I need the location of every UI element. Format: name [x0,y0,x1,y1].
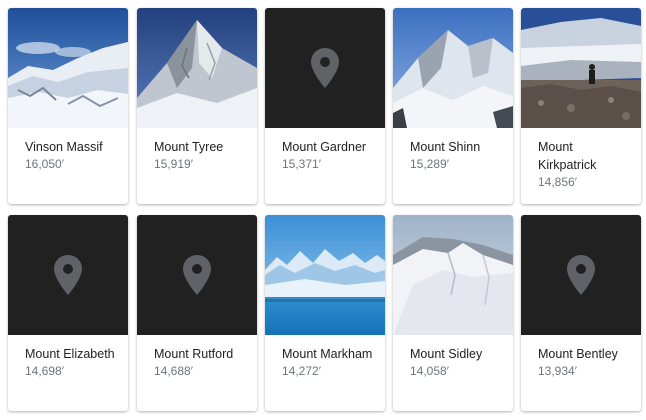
mountain-photo [521,8,641,128]
location-pin-placeholder [137,215,257,335]
mountain-elevation: 14,272′ [282,364,321,378]
mountain-elevation: 15,919′ [154,157,193,171]
mountain-name: Mount Kirkpatrick [538,140,597,172]
mountain-elevation: 15,289′ [410,157,449,171]
mountain-card-mount-bentley[interactable]: Mount Bentley 13,934′ [521,215,641,411]
location-pin-icon [183,255,211,295]
mountain-name: Mount Rutford [154,347,234,361]
mountain-elevation: 15,371′ [282,157,321,171]
mountain-card-mount-sidley[interactable]: Mount Sidley 14,058′ [393,215,513,411]
location-pin-placeholder [521,215,641,335]
mountain-card-mount-elizabeth[interactable]: Mount Elizabeth 14,698′ [8,215,128,411]
mountain-card-mount-rutford[interactable]: Mount Rutford 14,688′ [137,215,257,411]
mountain-name: Mount Markham [282,347,373,361]
mountain-name: Mount Sidley [410,347,483,361]
mountain-results-grid: Vinson Massif 16,050′ Mount Tyree 15,919… [0,0,646,420]
mountain-card-mount-markham[interactable]: Mount Markham 14,272′ [265,215,385,411]
location-pin-icon [54,255,82,295]
mountain-photo [265,215,385,335]
mountain-photo [393,215,513,335]
location-pin-icon [567,255,595,295]
mountain-elevation: 14,688′ [154,364,193,378]
mountain-photo [393,8,513,128]
mountain-name: Mount Elizabeth [25,347,115,361]
mountain-elevation: 13,934′ [538,364,577,378]
mountain-name: Mount Bentley [538,347,618,361]
mountain-name: Mount Tyree [154,140,224,154]
mountain-name: Mount Shinn [410,140,481,154]
mountain-name: Vinson Massif [25,140,103,154]
mountain-elevation: 16,050′ [25,157,64,171]
mountain-card-mount-gardner[interactable]: Mount Gardner 15,371′ [265,8,385,204]
location-pin-placeholder [265,8,385,128]
mountain-card-mount-tyree[interactable]: Mount Tyree 15,919′ [137,8,257,204]
mountain-card-mount-shinn[interactable]: Mount Shinn 15,289′ [393,8,513,204]
mountain-card-vinson-massif[interactable]: Vinson Massif 16,050′ [8,8,128,204]
mountain-card-mount-kirkpatrick[interactable]: Mount Kirkpatrick 14,856′ [521,8,641,204]
location-pin-icon [311,48,339,88]
mountain-photo [137,8,257,128]
mountain-elevation: 14,698′ [25,364,64,378]
mountain-elevation: 14,058′ [410,364,449,378]
mountain-elevation: 14,856′ [538,175,577,189]
mountain-name: Mount Gardner [282,140,367,154]
location-pin-placeholder [8,215,128,335]
mountain-photo [8,8,128,128]
